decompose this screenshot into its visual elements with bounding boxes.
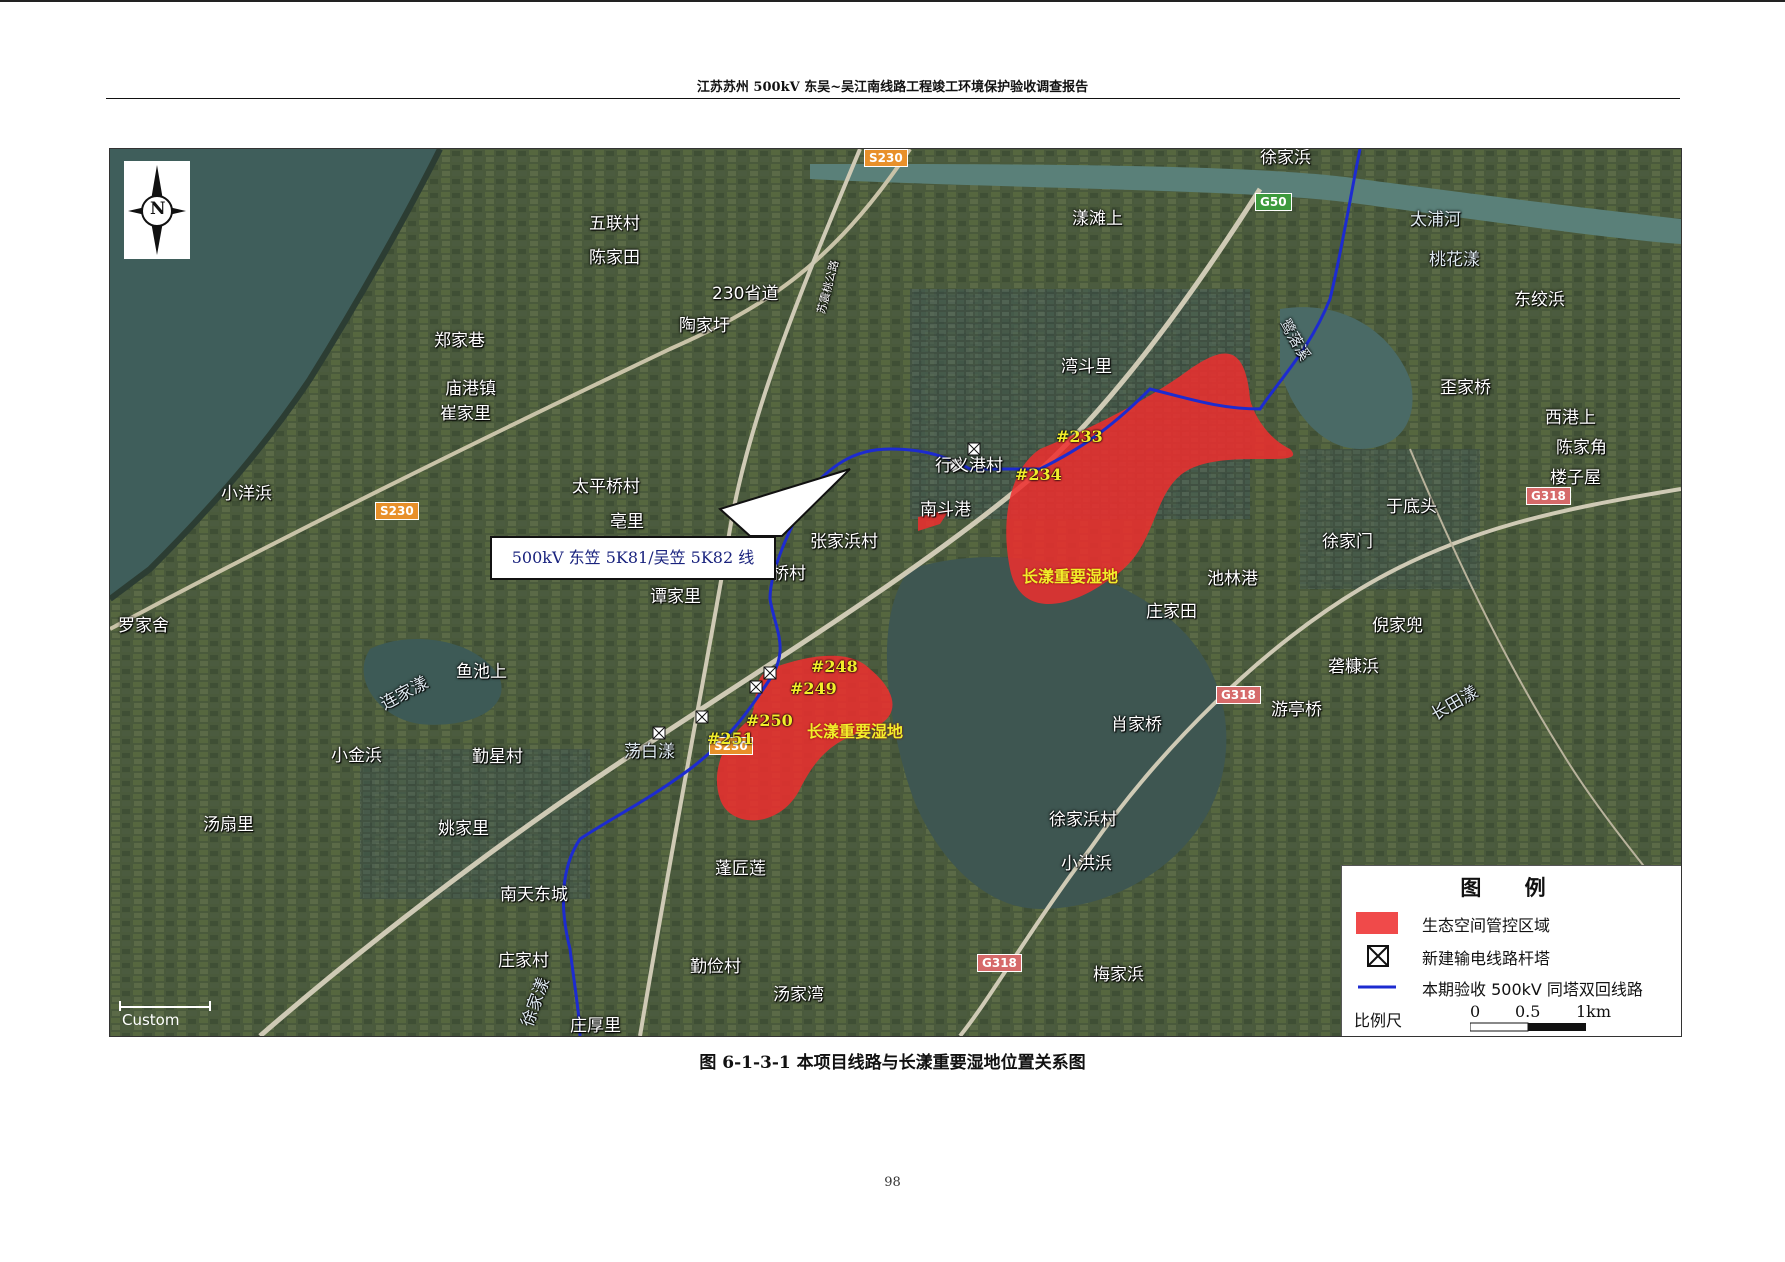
place-label: 鱼池上: [456, 662, 507, 682]
place-label: 勤星村: [472, 747, 523, 767]
place-label: 西港上: [1545, 408, 1596, 428]
tower-label: #233: [1056, 427, 1103, 446]
place-label: 池林港: [1207, 569, 1258, 589]
tower-label: #250: [746, 711, 793, 730]
north-label: N: [150, 199, 166, 219]
place-label: 行义港村: [935, 456, 1003, 476]
place-label: 陈家田: [589, 248, 640, 268]
place-label: 肖家桥: [1111, 715, 1162, 735]
place-label: 五联村: [589, 214, 640, 234]
red-swatch: [1356, 912, 1398, 934]
place-label: 于底头: [1386, 497, 1437, 517]
line-callout: 500kV 东笠 5K81/吴笠 5K82 线: [490, 536, 776, 580]
place-label: 徐家浜: [1260, 148, 1311, 168]
road-shield: G318: [977, 954, 1022, 972]
scale-bar: [1470, 1022, 1586, 1032]
place-label: 楼子屋: [1550, 468, 1601, 488]
place-label: 漾滩上: [1072, 209, 1123, 229]
place-label: 太平桥村: [572, 477, 640, 497]
scale-value: 0: [1470, 1002, 1481, 1021]
page-header: 江苏苏州 500kV 东吴~吴江南线路工程竣工环境保护验收调查报告: [696, 80, 1089, 95]
scale-corner-label: Custom: [122, 1011, 180, 1029]
place-label: 勤俭村: [690, 957, 741, 977]
place-label: 小洪浜: [1061, 854, 1112, 874]
place-label: 梅家浜: [1093, 965, 1144, 985]
place-label: 小金浜: [331, 746, 382, 766]
legend-title: 图 例: [1460, 876, 1564, 900]
wetland-label: 长漾重要湿地: [807, 722, 904, 741]
place-label: 徐家浜村: [1049, 810, 1117, 830]
top-border: [0, 0, 1785, 2]
tower-label: #249: [790, 679, 837, 698]
legend-label: 生态空间管控区域: [1422, 916, 1551, 935]
place-label: 庄家田: [1146, 602, 1197, 622]
place-label: 太浦河: [1410, 210, 1461, 230]
place-label: 庄家村: [498, 951, 549, 971]
map-legend: 图 例 生态空间管控区域 新建输电线路杆塔 本期验收 500kV 同塔双回线路 …: [1341, 865, 1681, 1036]
road-shield: S230: [375, 502, 419, 520]
tower-label: #234: [1015, 465, 1062, 484]
line-symbol-icon: [1358, 985, 1396, 989]
place-label: 小洋浜: [221, 484, 272, 504]
page-number: 98: [884, 1175, 901, 1190]
scale-value: 1km: [1576, 1002, 1612, 1021]
place-label: 姚家里: [438, 819, 489, 839]
tower-label: #251: [707, 729, 754, 748]
place-label: 陈家角: [1556, 438, 1607, 458]
place-label: 郑家巷: [434, 331, 485, 351]
header-rule: [106, 98, 1680, 99]
tower-249: [749, 680, 763, 694]
pond-area-2: [1300, 449, 1480, 589]
place-label: 230省道: [712, 284, 779, 304]
place-label: 荡白漾: [624, 742, 675, 762]
tower-250: [695, 710, 709, 724]
road-shield: G318: [1216, 686, 1261, 704]
place-label: 庙港镇: [445, 379, 496, 399]
legend-label: 新建输电线路杆塔: [1422, 949, 1551, 968]
place-label: 亳里: [610, 512, 644, 532]
scale-value: 0.5: [1515, 1002, 1541, 1021]
road-shield: G318: [1526, 487, 1571, 505]
figure-caption: 图 6-1-3-1 本项目线路与长漾重要湿地位置关系图: [699, 1053, 1086, 1073]
place-label: 罗家舍: [118, 616, 169, 636]
tower-248: [763, 666, 777, 680]
tower-symbol-icon: [1367, 945, 1389, 967]
place-label: 南天东城: [500, 885, 568, 905]
satellite-map: N S230 G50 S230 G318 G318 G318 S230 五联村 …: [109, 148, 1682, 1037]
place-label: 桃花漾: [1429, 250, 1480, 270]
place-label: 汤扇里: [203, 815, 254, 835]
place-label: 陶家圩: [679, 316, 730, 336]
place-label: 张家浜村: [810, 532, 878, 552]
place-label: 歪家桥: [1440, 378, 1491, 398]
place-label: 谭家里: [650, 587, 701, 607]
place-label: 徐家门: [1322, 532, 1373, 552]
place-label: 倪家兜: [1372, 616, 1423, 636]
place-label: 南斗港: [920, 500, 971, 520]
scale-label: 比例尺: [1354, 1011, 1403, 1030]
tower-label: #248: [811, 657, 858, 676]
place-label: 庄厚里: [570, 1016, 621, 1036]
place-label: 游亭桥: [1271, 700, 1322, 720]
place-label: 蓬匠莲: [715, 859, 766, 879]
north-arrow: N: [124, 161, 190, 259]
wetland-label: 长漾重要湿地: [1022, 567, 1119, 586]
legend-label: 本期验收 500kV 同塔双回线路: [1422, 980, 1643, 999]
place-label: 湾斗里: [1061, 357, 1112, 377]
place-label: 砻糠浜: [1328, 657, 1379, 677]
road-shield: G50: [1255, 193, 1292, 211]
place-label: 桥村: [772, 564, 806, 584]
road-shield: S230: [864, 149, 908, 167]
place-label: 崔家里: [440, 404, 491, 424]
place-label: 汤家湾: [773, 985, 824, 1005]
place-label: 东绞浜: [1514, 290, 1565, 310]
